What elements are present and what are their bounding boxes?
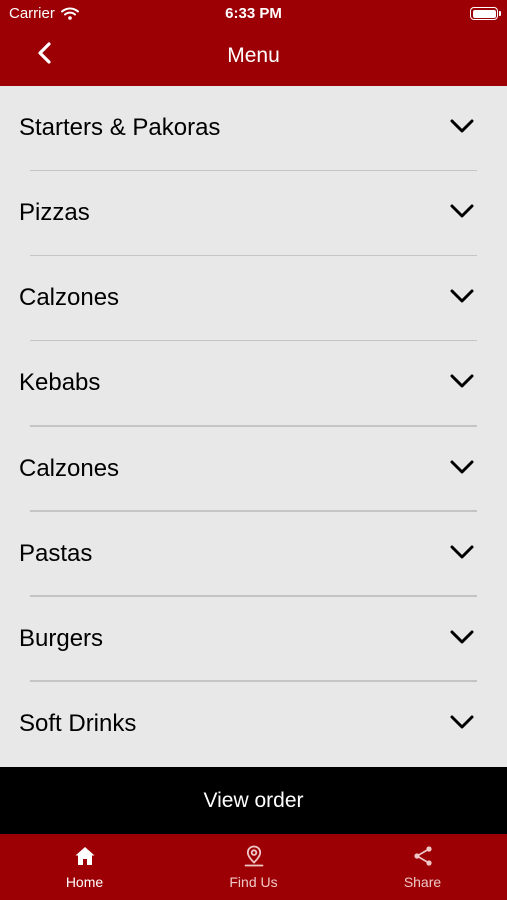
- chevron-down-icon: [450, 204, 474, 218]
- category-label: Calzones: [19, 454, 120, 482]
- category-label: Starters & Pakoras: [19, 114, 221, 141]
- tab-label: Find Us: [229, 874, 278, 890]
- category-label: Calzones: [19, 284, 120, 312]
- menu-category-row[interactable]: Pizzas: [0, 171, 507, 257]
- status-time: 6:33 PM: [225, 5, 282, 22]
- chevron-down-icon: [450, 374, 474, 388]
- chevron-down-icon: [450, 545, 474, 559]
- tab-share[interactable]: Share: [338, 834, 507, 900]
- category-label: Burgers: [19, 624, 104, 652]
- menu-category-row[interactable]: Burgers: [0, 597, 507, 682]
- category-label: Pizzas: [19, 199, 90, 227]
- share-icon: [413, 846, 432, 866]
- tab-label: Share: [403, 874, 442, 890]
- battery-icon: [470, 7, 501, 20]
- chevron-down-icon: [450, 630, 474, 644]
- page-title: Menu: [227, 44, 280, 67]
- home-icon: [75, 847, 94, 865]
- top-bar: Carrier 6:33 PM Menu: [0, 0, 507, 86]
- tab-label: Home: [65, 874, 104, 890]
- menu-category-row[interactable]: Starters & Pakoras: [0, 86, 507, 172]
- menu-category-row[interactable]: Pastas: [0, 512, 507, 597]
- category-label: Kebabs: [19, 369, 101, 397]
- tab-bar: Home Find Us Share: [0, 834, 507, 900]
- chevron-down-icon: [450, 715, 474, 729]
- tab-home[interactable]: Home: [0, 834, 169, 900]
- nav-bar: Menu: [0, 28, 507, 86]
- tab-find-us[interactable]: Find Us: [169, 834, 338, 900]
- location-pin-icon: [244, 845, 263, 867]
- chevron-down-icon: [450, 289, 474, 303]
- menu-category-row[interactable]: Kebabs: [0, 341, 507, 427]
- menu-category-row[interactable]: Soft Drinks: [0, 682, 507, 767]
- chevron-down-icon: [450, 119, 474, 133]
- category-label: Pastas: [19, 539, 93, 567]
- menu-category-row[interactable]: Calzones: [0, 427, 507, 512]
- chevron-down-icon: [450, 460, 474, 473]
- menu-category-row[interactable]: Calzones: [0, 256, 507, 342]
- view-order-button[interactable]: View order: [0, 767, 507, 834]
- status-bar: Carrier 6:33 PM: [0, 0, 507, 28]
- category-label: Soft Drinks: [19, 709, 137, 737]
- menu-category-list: Starters & Pakoras Pizzas Calzones Kebab…: [0, 86, 507, 767]
